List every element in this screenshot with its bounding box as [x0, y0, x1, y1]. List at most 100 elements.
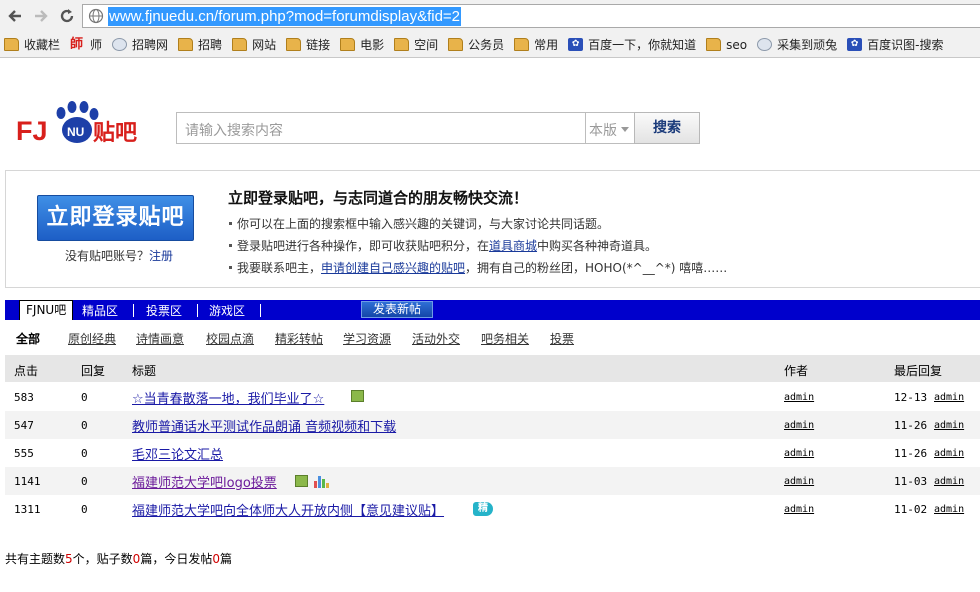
category-item[interactable]: 精彩转帖: [275, 330, 323, 347]
bookmark-item[interactable]: seo: [706, 38, 747, 52]
last-reply-user-link[interactable]: admin: [934, 476, 964, 487]
category-item[interactable]: 投票: [550, 330, 574, 347]
tab-separator: [260, 304, 261, 317]
attachment-icon: [351, 390, 364, 402]
url-field[interactable]: www.fjnuedu.cn/forum.php?mod=forumdispla…: [82, 4, 980, 28]
last-reply-user-link[interactable]: admin: [934, 420, 964, 431]
folder-icon: [394, 38, 410, 51]
search-button[interactable]: 搜索: [634, 112, 700, 144]
promo-text: 中购买各种神奇道具。: [537, 239, 658, 253]
back-button[interactable]: [4, 5, 26, 27]
bookmark-item[interactable]: 电影: [340, 36, 384, 53]
login-panel: 立即登录贴吧 没有贴吧账号？注册 立即登录贴吧，与志同道合的朋友畅快交流！ 你可…: [5, 170, 980, 288]
bookmark-item[interactable]: 网站: [232, 36, 276, 53]
promo-title: 立即登录贴吧，与志同道合的朋友畅快交流！: [228, 189, 529, 207]
thread-title-link[interactable]: 毛邓三论文汇总: [132, 444, 223, 463]
table-row: 547 0 教师普通话水平测试作品朗诵 音频视频和下载 admin 11-26 …: [5, 411, 980, 439]
tab-games[interactable]: 游戏区: [203, 302, 251, 320]
folder-icon: [232, 38, 248, 51]
last-reply-user-link[interactable]: admin: [934, 392, 964, 403]
bookmark-item[interactable]: ✿ 百度识图-搜索: [847, 36, 944, 53]
url-text[interactable]: www.fjnuedu.cn/forum.php?mod=forumdispla…: [108, 6, 462, 26]
author-link[interactable]: admin: [784, 392, 814, 403]
bookmark-item[interactable]: 空间: [394, 36, 438, 53]
category-all[interactable]: 全部: [16, 330, 40, 347]
bookmark-label: seo: [726, 37, 748, 52]
category-item[interactable]: 吧务相关: [481, 330, 529, 347]
category-item[interactable]: 原创经典: [68, 330, 116, 347]
category-item[interactable]: 诗情画意: [136, 330, 184, 347]
bookmark-label: 网站: [252, 38, 277, 52]
bookmark-label: 电影: [360, 38, 385, 52]
tab-digest[interactable]: 精品区: [76, 302, 124, 320]
register-link[interactable]: 注册: [149, 249, 173, 263]
category-item[interactable]: 活动外交: [412, 330, 460, 347]
bookmark-item[interactable]: 招聘: [178, 36, 222, 53]
last-reply-date: 11-03: [894, 475, 928, 488]
author-link[interactable]: admin: [784, 420, 814, 431]
reply-count: 0: [81, 475, 88, 488]
thread-title-link[interactable]: 福建师范大学吧向全体师大人开放内侧【意见建议贴】: [132, 500, 444, 519]
stats-text: 篇: [219, 552, 232, 566]
new-post-button[interactable]: 发表新帖: [361, 301, 433, 318]
reply-count: 0: [81, 391, 88, 404]
thread-title-link[interactable]: 教师普通话水平测试作品朗诵 音频视频和下载: [132, 416, 396, 435]
search-scope-select[interactable]: 本版: [585, 112, 635, 144]
promo-item: 你可以在上面的搜索框中输入感兴趣的关键词，与大家讨论共同话题。: [228, 213, 727, 235]
register-line: 没有贴吧账号？注册: [65, 247, 173, 264]
author-link[interactable]: admin: [784, 448, 814, 459]
forum-tab-bar: FJNU吧 精品区 投票区 游戏区 发表新帖: [5, 300, 980, 320]
login-button[interactable]: 立即登录贴吧: [37, 195, 194, 241]
tab-vote[interactable]: 投票区: [140, 302, 188, 320]
bookmark-item[interactable]: 链接: [286, 36, 330, 53]
thread-title-link[interactable]: 福建师范大学吧logo投票: [132, 472, 277, 491]
bookmark-item[interactable]: 師师: [70, 36, 102, 53]
forward-arrow-icon: [35, 10, 48, 22]
create-tieba-link[interactable]: 申请创建自己感兴趣的贴吧: [321, 261, 465, 275]
tab-fjnu[interactable]: FJNU吧: [19, 300, 74, 320]
promo-item: 登录贴吧进行各种操作，即可收获贴吧积分，在道具商城中购买各种神奇道具。: [228, 235, 727, 257]
last-reply-date: 12-13: [894, 391, 928, 404]
digest-badge: 精: [473, 502, 493, 516]
bookmark-item[interactable]: 采集到顽兔: [757, 36, 837, 53]
bookmark-item[interactable]: 公务员: [448, 36, 504, 53]
bullet-icon: [229, 222, 232, 225]
bookmarks-bar: 收藏栏 師师 招聘网 招聘 网站 链接 电影 空间 公务员 常用 ✿ 百度一下，你…: [0, 32, 980, 58]
bookmark-item[interactable]: 常用: [514, 36, 558, 53]
author-link[interactable]: admin: [784, 476, 814, 487]
author-link[interactable]: admin: [784, 504, 814, 515]
column-author: 作者: [784, 364, 809, 378]
logo-badge-text: NU: [67, 125, 84, 139]
last-reply-user-link[interactable]: admin: [934, 448, 964, 459]
column-last-reply: 最后回复: [894, 364, 943, 378]
click-count: 1311: [14, 503, 41, 516]
thread-icons: 精: [467, 502, 493, 516]
site-icon: [757, 38, 773, 51]
search-input[interactable]: 请输入搜索内容: [176, 112, 586, 144]
table-row: 1311 0 福建师范大学吧向全体师大人开放内侧【意见建议贴】 精 admin …: [5, 495, 980, 523]
reply-count: 0: [81, 503, 88, 516]
last-reply-user-link[interactable]: admin: [934, 504, 964, 515]
last-reply-date: 11-26: [894, 419, 928, 432]
category-item[interactable]: 学习资源: [343, 330, 391, 347]
bookmark-label: 公务员: [468, 38, 505, 52]
prop-shop-link[interactable]: 道具商城: [489, 239, 537, 253]
forward-button[interactable]: [30, 5, 52, 27]
forum-stats: 共有主题数5个，贴子数0篇，今日发帖0篇: [5, 550, 232, 567]
promo-text: ，拥有自己的粉丝团，HOHO(*^__^*) 嘻嘻……: [465, 261, 728, 275]
browser-address-bar: www.fjnuedu.cn/forum.php?mod=forumdispla…: [0, 0, 980, 32]
fjnu-tieba-logo[interactable]: FJ NU 贴吧: [16, 98, 146, 148]
category-item[interactable]: 校园点滴: [206, 330, 254, 347]
thread-title-link[interactable]: ☆当青春散落一地，我们毕业了☆: [132, 388, 324, 407]
promo-text: 你可以在上面的搜索框中输入感兴趣的关键词，与大家讨论共同话题。: [237, 217, 610, 231]
reload-button[interactable]: [56, 5, 78, 27]
click-count: 583: [14, 391, 34, 404]
table-row: 1141 0 福建师范大学吧logo投票 admin 11-03 admin: [5, 467, 980, 495]
topic-count: 5: [65, 552, 73, 566]
bookmark-item[interactable]: ✿ 百度一下，你就知道: [568, 36, 696, 53]
bookmark-item[interactable]: 招聘网: [112, 36, 168, 53]
bookmark-label: 师: [90, 38, 103, 52]
stats-text: 篇，今日发帖: [140, 552, 213, 566]
folder-icon: [706, 38, 722, 51]
bookmark-item[interactable]: 收藏栏: [4, 36, 60, 53]
